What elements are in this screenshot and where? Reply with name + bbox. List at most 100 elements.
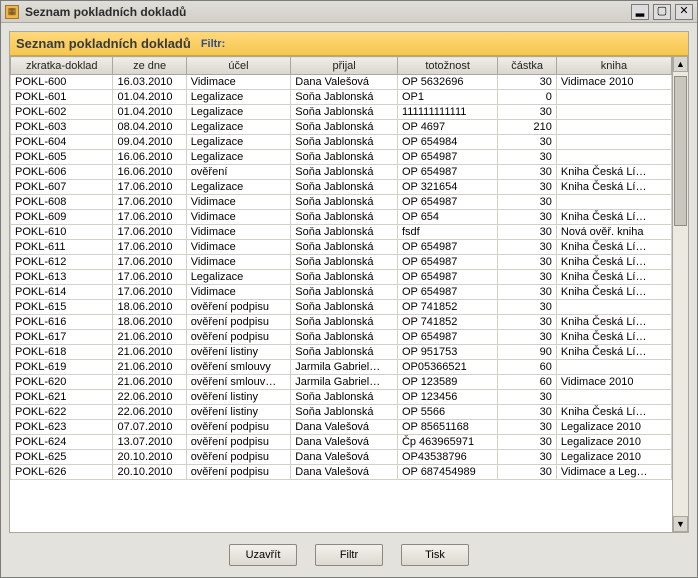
table-row[interactable]: POKL-62307.07.2010ověření podpisuDana Va…: [11, 420, 672, 435]
table-cell: 09.04.2010: [113, 135, 186, 150]
table-row[interactable]: POKL-62021.06.2010ověření smlouv…Jarmila…: [11, 375, 672, 390]
table-row[interactable]: POKL-60917.06.2010VidimaceSoňa Jablonská…: [11, 210, 672, 225]
table-cell: [556, 90, 671, 105]
col-header-zkratka[interactable]: zkratka-doklad: [11, 57, 113, 75]
maximize-icon[interactable]: ▢: [653, 4, 671, 20]
table-cell: [556, 360, 671, 375]
table-cell: ověření smlouv…: [186, 375, 291, 390]
col-header-zedne[interactable]: ze dne: [113, 57, 186, 75]
table-row[interactable]: POKL-62520.10.2010ověření podpisuDana Va…: [11, 450, 672, 465]
app-icon: ▦: [5, 5, 19, 19]
table-cell: 111111111111: [397, 105, 497, 120]
table-row[interactable]: POKL-61921.06.2010ověření smlouvyJarmila…: [11, 360, 672, 375]
table-cell: 16.06.2010: [113, 150, 186, 165]
table-row[interactable]: POKL-60616.06.2010ověřeníSoňa JablonskáO…: [11, 165, 672, 180]
table-cell: 30: [498, 435, 557, 450]
scroll-track[interactable]: [673, 72, 688, 516]
table-row[interactable]: POKL-61217.06.2010VidimaceSoňa Jablonská…: [11, 255, 672, 270]
table-cell: 21.06.2010: [113, 360, 186, 375]
table-cell: Dana Valešová: [291, 435, 398, 450]
col-header-castka[interactable]: částka: [498, 57, 557, 75]
titlebar[interactable]: ▦ Seznam pokladních dokladů ▂ ▢ ✕: [1, 1, 697, 23]
table-cell: POKL-616: [11, 315, 113, 330]
table-row[interactable]: POKL-61417.06.2010VidimaceSoňa Jablonská…: [11, 285, 672, 300]
table-row[interactable]: POKL-62122.06.2010ověření listinySoňa Ja…: [11, 390, 672, 405]
close-button[interactable]: Uzavřít: [229, 544, 297, 566]
table-row[interactable]: POKL-61821.06.2010ověření listinySoňa Ja…: [11, 345, 672, 360]
table-row[interactable]: POKL-62222.06.2010ověření listinySoňa Ja…: [11, 405, 672, 420]
table-cell: OP 741852: [397, 300, 497, 315]
col-header-totoznost[interactable]: totožnost: [397, 57, 497, 75]
scroll-thumb[interactable]: [674, 76, 687, 226]
table-row[interactable]: POKL-61117.06.2010VidimaceSoňa Jablonská…: [11, 240, 672, 255]
scroll-up-icon[interactable]: ▲: [673, 56, 688, 72]
table-row[interactable]: POKL-60516.06.2010LegalizaceSoňa Jablons…: [11, 150, 672, 165]
table-cell: POKL-602: [11, 105, 113, 120]
table-row[interactable]: POKL-61721.06.2010ověření podpisuSoňa Ja…: [11, 330, 672, 345]
table-row[interactable]: POKL-60817.06.2010VidimaceSoňa Jablonská…: [11, 195, 672, 210]
table-cell: 30: [498, 420, 557, 435]
table-cell: 20.10.2010: [113, 450, 186, 465]
table-cell: Soňa Jablonská: [291, 195, 398, 210]
minimize-icon[interactable]: ▂: [631, 4, 649, 20]
col-header-ucel[interactable]: účel: [186, 57, 291, 75]
table-cell: [556, 300, 671, 315]
table-cell: Soňa Jablonská: [291, 405, 398, 420]
table-row[interactable]: POKL-60201.04.2010LegalizaceSoňa Jablons…: [11, 105, 672, 120]
table-cell: 01.04.2010: [113, 105, 186, 120]
filter-button[interactable]: Filtr: [315, 544, 383, 566]
table-cell: Legalizace: [186, 105, 291, 120]
table-cell: Legalizace: [186, 270, 291, 285]
table-cell: Vidimace: [186, 285, 291, 300]
table-scroll[interactable]: zkratka-doklad ze dne účel přijal totožn…: [10, 56, 672, 532]
table-row[interactable]: POKL-61518.06.2010ověření podpisuSoňa Ja…: [11, 300, 672, 315]
table-cell: Vidimace 2010: [556, 75, 671, 90]
table-cell: 30: [498, 210, 557, 225]
table-cell: Soňa Jablonská: [291, 330, 398, 345]
table-row[interactable]: POKL-60016.03.2010VidimaceDana ValešováO…: [11, 75, 672, 90]
table-cell: 20.10.2010: [113, 465, 186, 480]
table-cell: OP 654987: [397, 240, 497, 255]
table-row[interactable]: POKL-60101.04.2010LegalizaceSoňa Jablons…: [11, 90, 672, 105]
close-icon[interactable]: ✕: [675, 4, 693, 20]
table-cell: Vidimace: [186, 75, 291, 90]
table-cell: Soňa Jablonská: [291, 90, 398, 105]
table-cell: 17.06.2010: [113, 240, 186, 255]
table-cell: Vidimace: [186, 195, 291, 210]
table-row[interactable]: POKL-62413.07.2010ověření podpisuDana Va…: [11, 435, 672, 450]
table-cell: Dana Valešová: [291, 420, 398, 435]
col-header-kniha[interactable]: kniha: [556, 57, 671, 75]
vertical-scrollbar[interactable]: ▲ ▼: [672, 56, 688, 532]
table-cell: Soňa Jablonská: [291, 255, 398, 270]
table-cell: 16.03.2010: [113, 75, 186, 90]
table-cell: 30: [498, 390, 557, 405]
table-cell: OP 654: [397, 210, 497, 225]
table-cell: 30: [498, 285, 557, 300]
panel-header: Seznam pokladních dokladů Filtr:: [10, 32, 688, 56]
table-row[interactable]: POKL-61618.06.2010ověření podpisuSoňa Ja…: [11, 315, 672, 330]
table-cell: ověření podpisu: [186, 300, 291, 315]
table-cell: Kniha Česká Lí…: [556, 330, 671, 345]
table-cell: 21.06.2010: [113, 330, 186, 345]
table-cell: 17.06.2010: [113, 180, 186, 195]
table-row[interactable]: POKL-60717.06.2010LegalizaceSoňa Jablons…: [11, 180, 672, 195]
table-cell: Čp 463965971: [397, 435, 497, 450]
table-cell: OP 654987: [397, 330, 497, 345]
table-row[interactable]: POKL-60308.04.2010LegalizaceSoňa Jablons…: [11, 120, 672, 135]
scroll-down-icon[interactable]: ▼: [673, 516, 688, 532]
table-cell: POKL-619: [11, 360, 113, 375]
table-cell: 17.06.2010: [113, 285, 186, 300]
table-cell: POKL-618: [11, 345, 113, 360]
col-header-prijal[interactable]: přijal: [291, 57, 398, 75]
table-cell: POKL-609: [11, 210, 113, 225]
table-cell: POKL-614: [11, 285, 113, 300]
table-row[interactable]: POKL-60409.04.2010LegalizaceSoňa Jablons…: [11, 135, 672, 150]
print-button[interactable]: Tisk: [401, 544, 469, 566]
table-cell: Kniha Česká Lí…: [556, 405, 671, 420]
table-row[interactable]: POKL-61317.06.2010LegalizaceSoňa Jablons…: [11, 270, 672, 285]
table-row[interactable]: POKL-62620.10.2010ověření podpisuDana Va…: [11, 465, 672, 480]
table-cell: 01.04.2010: [113, 90, 186, 105]
table-cell: 30: [498, 255, 557, 270]
table-cell: 30: [498, 225, 557, 240]
table-row[interactable]: POKL-61017.06.2010VidimaceSoňa Jablonská…: [11, 225, 672, 240]
